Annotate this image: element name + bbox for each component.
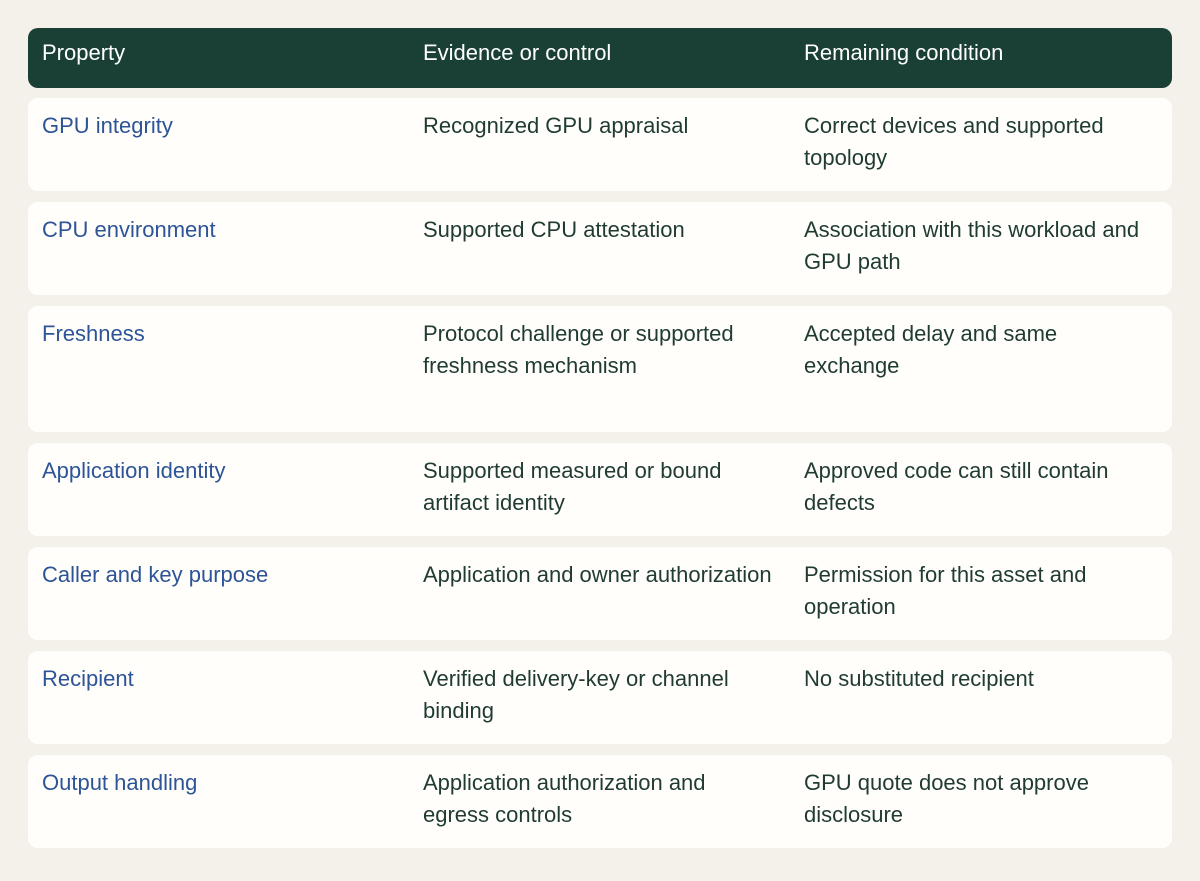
cell-property: Recipient bbox=[42, 666, 134, 691]
header-property: Property bbox=[42, 40, 126, 65]
table-row: CPU environment Supported CPU attestatio… bbox=[28, 202, 1172, 295]
cell-condition: Association with this workload and GPU p… bbox=[804, 217, 1140, 274]
cell-condition: No substituted recipient bbox=[804, 666, 1034, 691]
cell-evidence: Verified delivery-key or channel binding bbox=[423, 666, 729, 723]
cell-evidence: Protocol challenge or supported freshnes… bbox=[423, 321, 734, 378]
cell-evidence: Application and owner authorization bbox=[423, 562, 772, 587]
cell-condition: Permission for this asset and operation bbox=[804, 562, 1087, 619]
cell-property: Application identity bbox=[42, 458, 226, 483]
cell-condition: Accepted delay and same exchange bbox=[804, 321, 1058, 378]
header-condition: Remaining condition bbox=[804, 40, 1004, 65]
cell-condition: Approved code can still contain defects bbox=[804, 458, 1109, 515]
table-row: GPU integrity Recognized GPU appraisal C… bbox=[28, 98, 1172, 191]
cell-evidence: Supported measured or bound artifact ide… bbox=[423, 458, 722, 515]
evidence-table: Property Evidence or control Remaining c… bbox=[28, 28, 1172, 859]
table-row: Caller and key purpose Application and o… bbox=[28, 547, 1172, 640]
cell-property: Output handling bbox=[42, 770, 198, 795]
cell-property: GPU integrity bbox=[42, 113, 173, 138]
cell-condition: Correct devices and supported topology bbox=[804, 113, 1104, 170]
header-evidence: Evidence or control bbox=[423, 40, 612, 65]
cell-property: Freshness bbox=[42, 321, 145, 346]
cell-evidence: Application authorization and egress con… bbox=[423, 770, 706, 827]
cell-property: Caller and key purpose bbox=[42, 562, 269, 587]
cell-evidence: Recognized GPU appraisal bbox=[423, 113, 689, 138]
table-row: Recipient Verified delivery-key or chann… bbox=[28, 651, 1172, 744]
table-header-row: Property Evidence or control Remaining c… bbox=[28, 28, 1172, 88]
cell-condition: GPU quote does not approve disclosure bbox=[804, 770, 1089, 827]
cell-evidence: Supported CPU attestation bbox=[423, 217, 685, 242]
table-row: Freshness Protocol challenge or supporte… bbox=[28, 306, 1172, 432]
table-row: Output handling Application authorizatio… bbox=[28, 755, 1172, 848]
cell-property: CPU environment bbox=[42, 217, 216, 242]
table-row: Application identity Supported measured … bbox=[28, 443, 1172, 536]
